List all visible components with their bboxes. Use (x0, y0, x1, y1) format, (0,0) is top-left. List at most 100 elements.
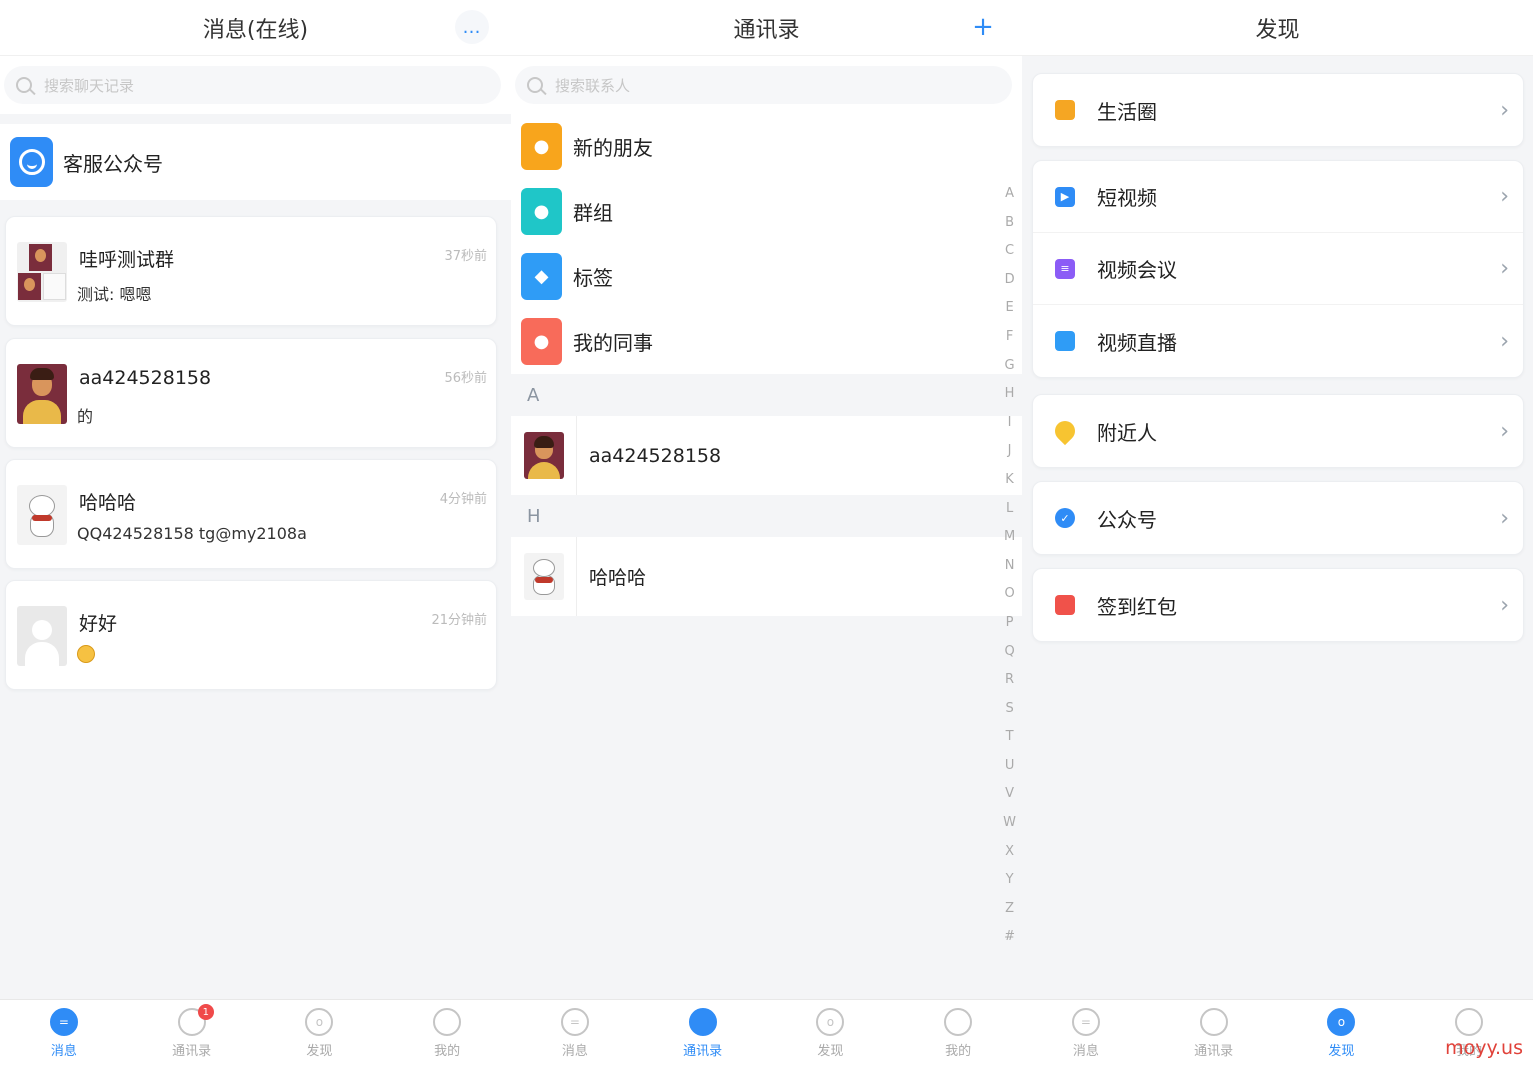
alphabet-letter[interactable]: Z (1003, 895, 1016, 924)
alphabet-letter[interactable]: A (1003, 180, 1016, 209)
colleague-icon: ● (521, 318, 562, 365)
alphabet-letter[interactable]: # (1003, 923, 1016, 952)
add-contact-button[interactable]: + (966, 10, 1000, 44)
alphabet-letter[interactable]: F (1003, 323, 1016, 352)
discover-icon: o (305, 1008, 334, 1036)
checkin-redpacket-item[interactable]: 签到红包 › (1033, 569, 1523, 641)
alphabet-letter[interactable]: H (1003, 380, 1016, 409)
alphabet-letter[interactable]: O (1003, 580, 1016, 609)
alphabet-letter[interactable]: L (1003, 495, 1016, 524)
alphabet-index[interactable]: A B C D E F G H I J K L M N O P Q R S T U V W X Y Z # (1003, 180, 1016, 952)
discover-header: 发现 (1022, 0, 1533, 56)
contact-row[interactable]: aa424528158 (511, 416, 1022, 495)
chat-name: 哈哈哈 (79, 492, 137, 514)
alphabet-letter[interactable]: M (1003, 523, 1016, 552)
tab-me[interactable]: 我的 (383, 1000, 511, 1065)
alphabet-letter[interactable]: X (1003, 838, 1016, 867)
chat-preview: QQ424528158 tg@my2108a (77, 524, 307, 543)
tab-messages[interactable]: = 消息 (511, 1000, 639, 1065)
section-header: A (511, 374, 1022, 416)
alphabet-letter[interactable]: Y (1003, 866, 1016, 895)
entry-label: 我的同事 (573, 331, 653, 355)
entry-label: 标签 (573, 266, 613, 290)
chat-preview: 测试: 嗯嗯 (77, 285, 152, 304)
message-icon: = (560, 1008, 589, 1036)
chat-name: aa424528158 (79, 367, 212, 389)
tab-contacts[interactable]: 通讯录 (639, 1000, 767, 1065)
messages-screen: 消息(在线) … 搜索聊天记录 客服公众号 哇呼测试群 测试: 嗯嗯 37秒前 (0, 0, 511, 1065)
tags-row[interactable]: ◆ 标签 (511, 244, 1022, 309)
live-video-item[interactable]: 视频直播 › (1033, 305, 1523, 377)
service-account-row[interactable]: 客服公众号 (0, 124, 511, 200)
more-button[interactable]: … (455, 10, 489, 44)
tab-messages[interactable]: = 消息 (1022, 1000, 1150, 1065)
tab-me[interactable]: 我的 (894, 1000, 1022, 1065)
alphabet-letter[interactable]: K (1003, 466, 1016, 495)
discover-icon: o (1327, 1008, 1356, 1036)
chevron-right-icon: › (1500, 256, 1509, 281)
alphabet-letter[interactable]: R (1003, 666, 1016, 695)
alphabet-letter[interactable]: J (1003, 437, 1016, 466)
alphabet-letter[interactable]: C (1003, 237, 1016, 266)
groups-row[interactable]: ● 群组 (511, 179, 1022, 244)
chat-item[interactable]: 好好 21分钟前 (5, 580, 497, 690)
new-friends-row[interactable]: ● 新的朋友 (511, 114, 1022, 179)
message-icon: = (1071, 1008, 1100, 1036)
search-icon (527, 77, 543, 93)
discover-group: ✓ 公众号 › (1032, 481, 1524, 555)
alphabet-letter[interactable]: N (1003, 552, 1016, 581)
tab-label: 通讯录 (1194, 1044, 1234, 1059)
official-accounts-item[interactable]: ✓ 公众号 › (1033, 482, 1523, 554)
live-icon (1055, 331, 1075, 351)
contact-row[interactable]: 哈哈哈 (511, 537, 1022, 616)
short-video-item[interactable]: ▶ 短视频 › (1033, 161, 1523, 233)
tab-discover[interactable]: o 发现 (767, 1000, 895, 1065)
chat-time: 37秒前 (444, 249, 487, 264)
discover-group: 附近人 › (1032, 394, 1524, 468)
nearby-item[interactable]: 附近人 › (1033, 395, 1523, 467)
watermark: moyy.us (1445, 1037, 1523, 1059)
item-label: 公众号 (1097, 507, 1157, 532)
messages-header: 消息(在线) … (0, 0, 511, 56)
tab-bar: = 消息 通讯录 1 o 发现 我的 (0, 999, 511, 1065)
tab-discover[interactable]: o 发现 (256, 1000, 384, 1065)
tab-contacts[interactable]: 通讯录 (1150, 1000, 1278, 1065)
alphabet-letter[interactable]: W (1003, 809, 1016, 838)
alphabet-letter[interactable]: V (1003, 780, 1016, 809)
contacts-screen: 通讯录 + 搜索联系人 ● 新的朋友 ● 群组 ◆ 标签 ● 我的同事 A aa… (511, 0, 1022, 1065)
colleagues-row[interactable]: ● 我的同事 (511, 309, 1022, 374)
alphabet-letter[interactable]: B (1003, 209, 1016, 238)
item-label: 视频直播 (1097, 330, 1177, 355)
tab-messages[interactable]: = 消息 (0, 1000, 128, 1065)
video-meeting-item[interactable]: ≡ 视频会议 › (1033, 233, 1523, 305)
alphabet-letter[interactable]: U (1003, 752, 1016, 781)
chat-item[interactable]: 哇呼测试群 测试: 嗯嗯 37秒前 (5, 216, 497, 326)
tab-discover[interactable]: o 发现 (1278, 1000, 1406, 1065)
smile-emoji-icon (77, 645, 95, 663)
alphabet-letter[interactable]: I (1003, 409, 1016, 438)
alphabet-letter[interactable]: S (1003, 695, 1016, 724)
chat-item[interactable]: 哈哈哈 QQ424528158 tg@my2108a 4分钟前 (5, 459, 497, 569)
page-title: 发现 (1255, 17, 1300, 43)
avatar (17, 364, 67, 424)
search-icon (16, 77, 32, 93)
tab-contacts[interactable]: 通讯录 1 (128, 1000, 256, 1065)
chat-item[interactable]: aa424528158 的 56秒前 (5, 338, 497, 448)
alphabet-letter[interactable]: Q (1003, 638, 1016, 667)
avatar (17, 485, 67, 545)
verified-icon: ✓ (1055, 508, 1075, 528)
contacts-icon (688, 1008, 717, 1036)
chevron-right-icon: › (1500, 97, 1509, 123)
red-packet-icon (1055, 595, 1075, 615)
tab-label: 消息 (561, 1044, 588, 1059)
alphabet-letter[interactable]: D (1003, 266, 1016, 295)
alphabet-letter[interactable]: E (1003, 294, 1016, 323)
alphabet-letter[interactable]: T (1003, 723, 1016, 752)
play-icon: ▶ (1055, 186, 1075, 207)
alphabet-letter[interactable]: P (1003, 609, 1016, 638)
alphabet-letter[interactable]: G (1003, 352, 1016, 381)
contact-name: aa424528158 (589, 444, 722, 467)
moments-item[interactable]: 生活圈 › (1033, 74, 1523, 146)
search-input[interactable]: 搜索联系人 (515, 66, 1012, 104)
search-input[interactable]: 搜索聊天记录 (4, 66, 501, 104)
